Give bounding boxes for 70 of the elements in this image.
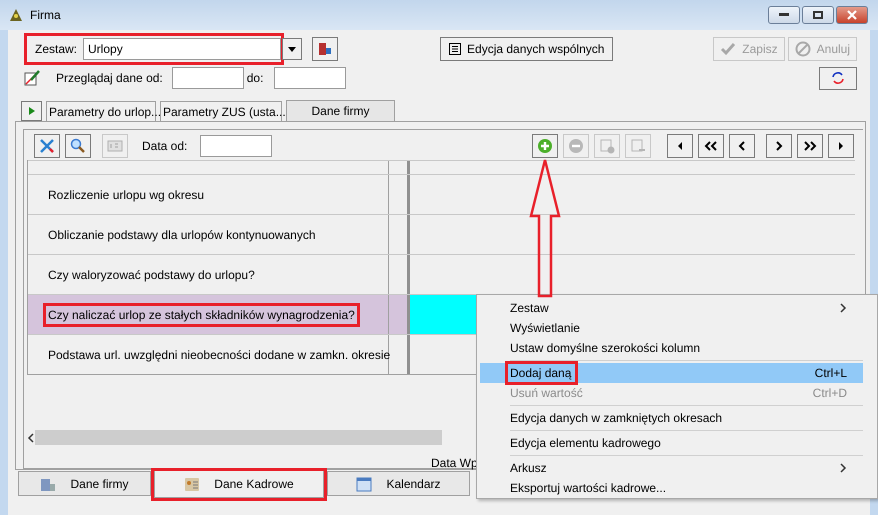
navigation-button[interactable]	[828, 134, 854, 158]
browse-label: Przeglądaj dane od:	[56, 71, 163, 85]
shared-data-button[interactable]: Edycja danych wspólnych	[440, 37, 614, 61]
menu-item-label: Edycja elementu kadrowego	[509, 435, 662, 452]
minimize-icon	[779, 13, 789, 17]
chevron-right-icon	[839, 463, 847, 473]
navigation-button[interactable]	[698, 134, 724, 158]
zestaw-label: Zestaw:	[35, 42, 78, 56]
previous-icon	[677, 140, 684, 152]
menu-item-label: Wyświetlanie	[509, 320, 581, 337]
menu-item-label: Zestaw	[509, 300, 550, 317]
row-label: Podstawa url. uwzględni nieobecności dodane w zamkn. okresie	[47, 346, 392, 364]
add-icon	[537, 138, 554, 154]
chevron-left-icon	[27, 432, 35, 442]
refresh-icon	[830, 70, 846, 86]
navigation-button[interactable]	[667, 134, 694, 158]
tool-button[interactable]	[312, 37, 338, 61]
close-icon	[847, 10, 857, 20]
minimize-button[interactable]	[768, 6, 800, 24]
grid-row[interactable]: Rozliczenie urlopu wg okresu	[28, 174, 855, 214]
bottom-tab[interactable]: Kalendarz	[327, 471, 470, 496]
bottom-tab[interactable]: Dane Kadrowe	[154, 471, 324, 498]
date-to-field[interactable]	[274, 67, 346, 89]
date-label: Data od:	[142, 139, 188, 153]
calendar-icon	[356, 476, 372, 492]
menu-item-label: Usuń wartość	[509, 385, 584, 402]
date-from-field[interactable]	[172, 67, 244, 89]
menu-item[interactable]: Eksportuj wartości kadrowe...	[480, 478, 863, 498]
cancel-icon	[794, 41, 811, 57]
row-label: Obliczanie podstawy dla urlopów kontynuowanych	[47, 226, 316, 244]
date-field[interactable]	[200, 135, 272, 157]
navigation-button[interactable]	[766, 134, 792, 158]
tools-button[interactable]	[34, 134, 60, 158]
search-button[interactable]	[65, 134, 91, 158]
menu-item-label: Arkusz	[509, 460, 548, 477]
dropdown-button[interactable]	[282, 38, 302, 60]
navigation-button[interactable]	[729, 134, 756, 158]
bottom-tab[interactable]: Dane firmy	[18, 471, 151, 496]
menu-item-label: Eksportuj wartości kadrowe...	[509, 480, 668, 497]
tab[interactable]: Dane firmy	[286, 100, 395, 121]
maximize-icon	[813, 11, 823, 19]
play-icon	[28, 107, 34, 115]
contact-card-icon	[184, 476, 200, 492]
zestaw-field[interactable]: Urlopy	[83, 38, 282, 60]
menu-item[interactable]: Dodaj daną Ctrl+L	[480, 363, 863, 383]
navigation-button[interactable]	[797, 134, 824, 158]
menu-item-label: Ustaw domyślne szerokości kolumn	[509, 340, 702, 357]
search-icon	[70, 138, 86, 154]
row-label: Czy naliczać urlop ze stałych składników wynagrodzenia?	[46, 306, 357, 324]
add-button[interactable]	[532, 134, 558, 158]
next-icon	[838, 140, 844, 152]
document-icon	[317, 41, 334, 57]
maximize-button[interactable]	[802, 6, 834, 24]
shortcut-text: Ctrl+D	[812, 386, 847, 400]
close-button[interactable]	[836, 6, 868, 24]
grid-row[interactable]: Obliczanie podstawy dla urlopów kontynuowanych	[28, 214, 855, 254]
list-icon	[449, 43, 462, 55]
caret-icon	[288, 46, 296, 52]
check-icon	[720, 41, 736, 57]
to-label: do:	[246, 71, 264, 85]
window-title: Firma	[30, 8, 62, 22]
remove-icon	[568, 138, 584, 154]
row-label: Czy waloryzować podstawy do urlopu?	[47, 266, 256, 284]
row-label: Rozliczenie urlopu wg okresu	[47, 186, 206, 204]
app-icon	[8, 7, 24, 23]
chevron-right-icon	[839, 303, 847, 313]
edit-icon	[24, 70, 40, 86]
menu-item-label: Edycja danych w zamkniętych okresach	[509, 410, 724, 427]
expand-button[interactable]	[21, 101, 42, 121]
refresh-button[interactable]	[819, 66, 857, 90]
